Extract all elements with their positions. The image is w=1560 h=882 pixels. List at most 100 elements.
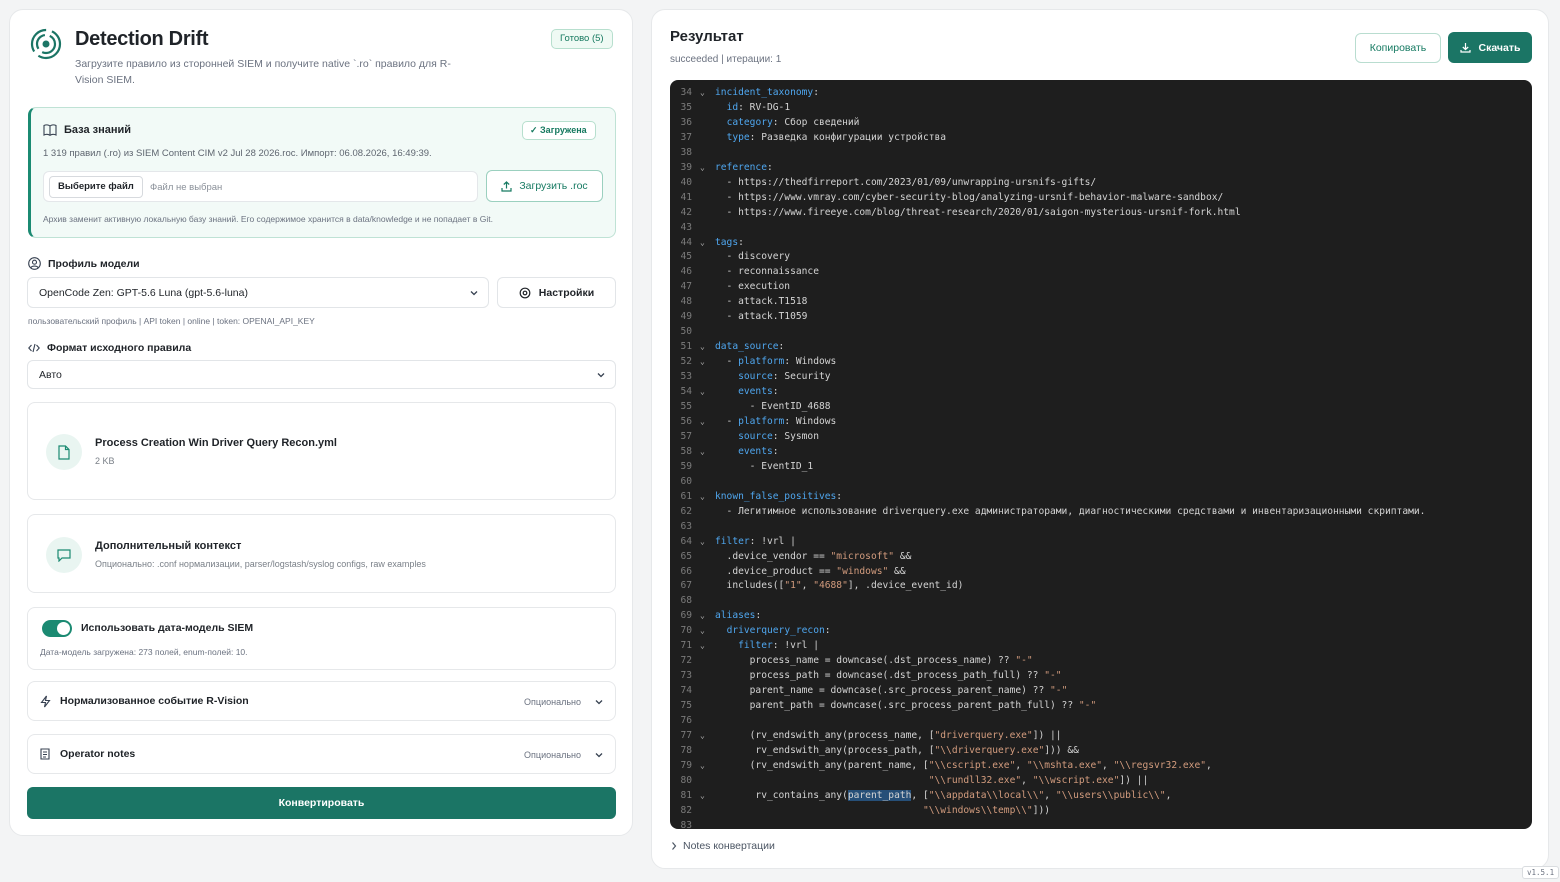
chevron-down-icon [470, 290, 478, 295]
chevron-down-icon [595, 753, 603, 758]
model-profile-select[interactable]: OpenCode Zen: GPT-5.6 Luna (gpt-5.6-luna… [27, 277, 489, 308]
code-text: (rv_endswith_any(parent_name, ["\\cscrip… [715, 759, 1212, 771]
line-number: 62 [680, 505, 692, 517]
fold-chevron-icon[interactable]: ⌄ [700, 639, 705, 654]
code-text: known_false_positives: [715, 490, 843, 502]
code-line: 53 source: Security [670, 370, 1532, 385]
fold-chevron-icon[interactable]: ⌄ [700, 385, 705, 400]
book-icon [43, 124, 57, 136]
upload-roc-button[interactable]: Загрузить .roc [486, 170, 603, 202]
fold-chevron-icon[interactable]: ⌄ [700, 415, 705, 430]
download-button[interactable]: Скачать [1448, 32, 1532, 63]
code-text: .device_product == "windows" && [715, 565, 906, 577]
code-text: - attack.T1518 [715, 296, 808, 308]
operator-notes-accordion[interactable]: Operator notes Опционально [27, 734, 616, 774]
line-number: 41 [680, 191, 692, 203]
code-text: rv_endswith_any(process_path, ["\\driver… [715, 744, 1079, 756]
converter-panel: Detection Drift Загрузите правило из сто… [9, 9, 633, 836]
download-label: Скачать [1478, 41, 1521, 54]
line-number: 71 [680, 640, 692, 652]
code-text: tags: [715, 236, 744, 248]
code-line: 70 ⌄ driverquery_recon: [670, 624, 1532, 639]
code-line: 38 [670, 146, 1532, 161]
result-title: Результат [670, 28, 744, 45]
line-number: 66 [680, 565, 692, 577]
datamodel-toggle[interactable] [42, 620, 72, 637]
code-text: - EventID_1 [715, 460, 814, 472]
line-number: 34 [680, 87, 692, 98]
fold-chevron-icon[interactable]: ⌄ [700, 624, 705, 639]
code-text: aliases: [715, 610, 762, 622]
line-number: 70 [680, 625, 692, 637]
conversion-notes-toggle[interactable]: Notes конвертации [670, 840, 775, 852]
gear-icon [519, 287, 531, 298]
line-number: 59 [680, 460, 692, 472]
chevron-down-icon [597, 372, 605, 377]
operator-notes-title: Operator notes [60, 748, 136, 760]
datamodel-section: Использовать дата-модель SIEM Дата-модел… [27, 607, 616, 670]
line-number: 75 [680, 700, 692, 712]
code-line: 36 category: Сбор сведений [670, 116, 1532, 131]
code-text: source: Security [738, 371, 831, 383]
code-line: 60 [670, 475, 1532, 490]
line-number: 60 [680, 475, 692, 487]
choose-file-button[interactable]: Выберите файл [49, 176, 143, 198]
code-line: 44 ⌄ tags: [670, 236, 1532, 251]
line-number: 83 [680, 819, 692, 829]
code-text: process_name = downcase(.dst_process_nam… [715, 655, 1033, 667]
line-number: 74 [680, 685, 692, 697]
line-number: 68 [680, 595, 692, 607]
fold-chevron-icon[interactable]: ⌄ [700, 759, 705, 774]
code-text: - platform: Windows [715, 415, 837, 427]
fold-chevron-icon[interactable]: ⌄ [700, 445, 705, 460]
code-line: 40 - https://thedfirreport.com/2023/01/0… [670, 176, 1532, 191]
line-number: 45 [680, 251, 692, 263]
copy-button[interactable]: Копировать [1355, 33, 1441, 63]
line-number: 40 [680, 176, 692, 188]
line-number: 49 [680, 311, 692, 323]
fold-chevron-icon[interactable]: ⌄ [700, 535, 705, 550]
rule-file-dropzone[interactable]: Process Creation Win Driver Query Recon.… [27, 402, 616, 500]
code-line: 55 - EventID_4688 [670, 400, 1532, 415]
code-line: 66 .device_product == "windows" && [670, 565, 1532, 580]
code-text: - Легитимное использование driverquery.e… [715, 505, 1426, 517]
fold-chevron-icon[interactable]: ⌄ [700, 236, 705, 251]
fold-chevron-icon[interactable]: ⌄ [700, 789, 705, 804]
fold-chevron-icon[interactable]: ⌄ [700, 86, 705, 101]
code-line: 34 ⌄ incident_taxonomy: [670, 86, 1532, 101]
normalized-event-accordion[interactable]: Нормализованное событие R-Vision Опциона… [27, 681, 616, 721]
knowledge-base-note: Архив заменит активную локальную базу зн… [43, 214, 493, 224]
code-text: filter: !vrl | [715, 535, 796, 547]
code-line: 49 - attack.T1059 [670, 310, 1532, 325]
additional-context-dropzone[interactable]: Дополнительный контекст Опционально: .co… [27, 514, 616, 593]
fold-chevron-icon[interactable]: ⌄ [700, 355, 705, 370]
code-line: 51 ⌄ data_source: [670, 340, 1532, 355]
fold-chevron-icon[interactable]: ⌄ [700, 340, 705, 355]
version-badge: v1.5.1 [1522, 866, 1560, 879]
model-profile-hint: пользовательский профиль | API token | o… [28, 316, 315, 326]
fold-chevron-icon[interactable]: ⌄ [700, 490, 705, 505]
line-number: 35 [680, 101, 692, 113]
fold-chevron-icon[interactable]: ⌄ [700, 161, 705, 176]
knowledge-loaded-badge: ✓ Загружена [522, 121, 596, 140]
knowledge-file-input[interactable]: Выберите файл Файл не выбран [43, 171, 478, 202]
knowledge-base-meta: 1 319 правил (.ro) из SIEM Content CIM v… [43, 148, 432, 159]
code-text: incident_taxonomy: [715, 87, 819, 98]
fold-chevron-icon[interactable]: ⌄ [700, 609, 705, 624]
line-number: 46 [680, 266, 692, 278]
source-format-select[interactable]: Авто [27, 360, 616, 389]
settings-button[interactable]: Настройки [497, 277, 616, 308]
code-icon [28, 343, 40, 353]
rule-file-size: 2 KB [95, 456, 115, 466]
code-text: reference: [715, 161, 773, 173]
code-text: - reconnaissance [715, 266, 819, 278]
code-editor[interactable]: 34 ⌄ incident_taxonomy: 35 id: RV-DG-1 36 ca… [670, 80, 1532, 829]
additional-context-title: Дополнительный контекст [95, 540, 242, 552]
code-line: 81 ⌄ rv_contains_any(parent_path, ["\\app… [670, 789, 1532, 804]
line-number: 38 [680, 146, 692, 158]
convert-button[interactable]: Конвертировать [27, 787, 616, 819]
line-number: 42 [680, 206, 692, 218]
settings-label: Настройки [538, 286, 595, 299]
fold-chevron-icon[interactable]: ⌄ [700, 729, 705, 744]
line-number: 53 [680, 371, 692, 383]
